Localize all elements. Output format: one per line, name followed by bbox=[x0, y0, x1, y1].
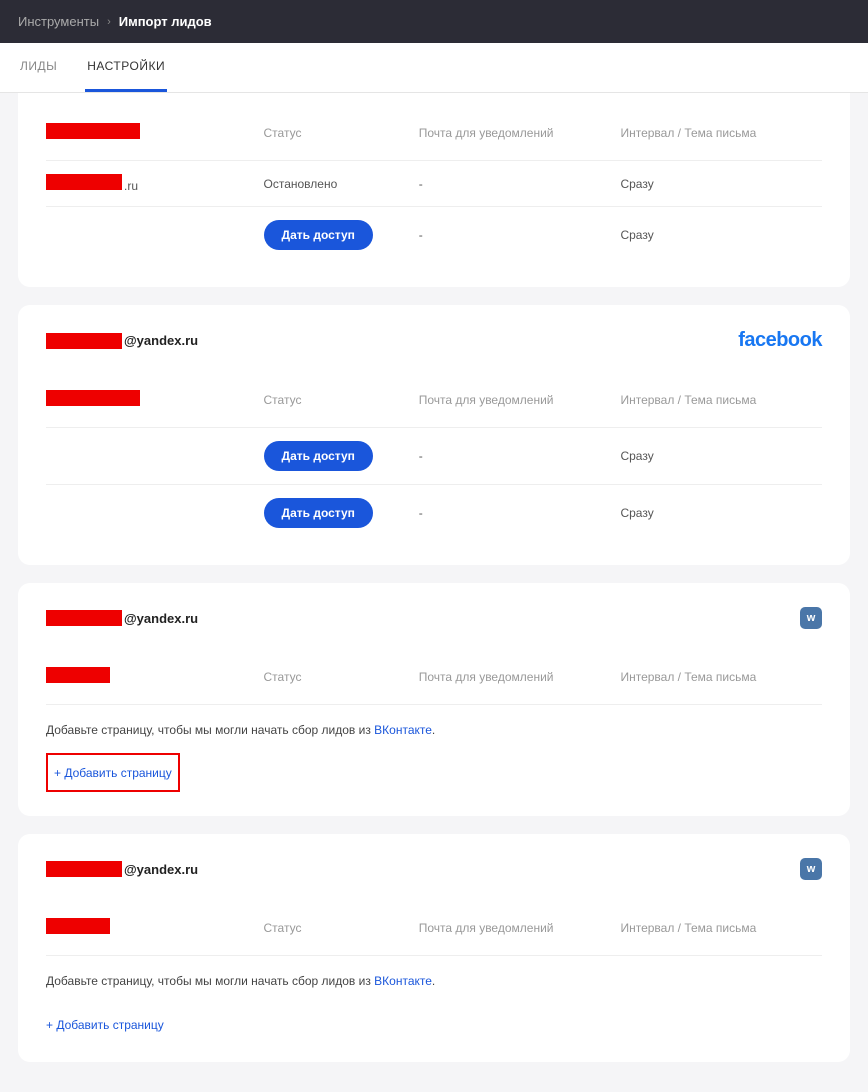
col-status-header: Статус bbox=[256, 906, 411, 956]
content-area: Статус Почта для уведомлений Интервал / … bbox=[0, 93, 868, 1092]
col-email-header: Почта для уведомлений bbox=[411, 111, 613, 161]
cell-interval: Сразу bbox=[612, 428, 822, 485]
cell-interval: Сразу bbox=[612, 207, 822, 264]
add-page-button[interactable]: + Добавить страницу bbox=[46, 1012, 164, 1038]
integration-table: Статус Почта для уведомлений Интервал / … bbox=[46, 378, 822, 541]
grant-access-button[interactable]: Дать доступ bbox=[264, 498, 373, 528]
tabs: ЛИДЫ НАСТРОЙКИ bbox=[0, 43, 868, 93]
cell-status: Дать доступ bbox=[256, 485, 411, 542]
cell-email: - bbox=[411, 428, 613, 485]
integration-card-vk: @yandex.ru w Статус Почта для уведомлени… bbox=[18, 834, 850, 1062]
cell-email: - bbox=[411, 161, 613, 207]
account-email: @yandex.ru bbox=[46, 333, 198, 349]
facebook-icon: facebook bbox=[738, 329, 822, 352]
integration-card: Статус Почта для уведомлений Интервал / … bbox=[18, 93, 850, 287]
hint-text: Добавьте страницу, чтобы мы могли начать… bbox=[46, 974, 822, 988]
redacted-icon bbox=[46, 333, 122, 349]
vkontakte-link[interactable]: ВКонтакте bbox=[374, 974, 432, 988]
cell-status: Остановлено bbox=[256, 161, 411, 207]
account-email: @yandex.ru bbox=[46, 610, 198, 626]
cell-interval: Сразу bbox=[612, 485, 822, 542]
cell-email: - bbox=[411, 207, 613, 264]
cell-name bbox=[46, 207, 256, 264]
breadcrumb-parent[interactable]: Инструменты bbox=[18, 14, 99, 29]
col-email-header: Почта для уведомлений bbox=[411, 655, 613, 705]
redacted-icon bbox=[46, 123, 140, 139]
col-status-header: Статус bbox=[256, 655, 411, 705]
integration-card-facebook: @yandex.ru facebook Статус Почта для уве… bbox=[18, 305, 850, 565]
add-page-highlight-box: + Добавить страницу bbox=[46, 753, 180, 792]
integration-table: Статус Почта для уведомлений Интервал / … bbox=[46, 906, 822, 956]
add-page-button[interactable]: + Добавить страницу bbox=[54, 766, 172, 780]
cell-status: Дать доступ bbox=[256, 207, 411, 264]
cell-interval: Сразу bbox=[612, 161, 822, 207]
chevron-right-icon: › bbox=[107, 16, 111, 28]
hint-text: Добавьте страницу, чтобы мы могли начать… bbox=[46, 723, 822, 737]
redacted-icon bbox=[46, 667, 110, 683]
table-row: Дать доступ - Сразу bbox=[46, 207, 822, 264]
cell-name: .ru bbox=[46, 161, 256, 207]
grant-access-button[interactable]: Дать доступ bbox=[264, 441, 373, 471]
col-name-header bbox=[46, 906, 256, 956]
table-row: Дать доступ - Сразу bbox=[46, 428, 822, 485]
redacted-icon bbox=[46, 610, 122, 626]
integration-table: Статус Почта для уведомлений Интервал / … bbox=[46, 111, 822, 263]
col-status-header: Статус bbox=[256, 111, 411, 161]
vkontakte-link[interactable]: ВКонтакте bbox=[374, 723, 432, 737]
table-row: .ru Остановлено - Сразу bbox=[46, 161, 822, 207]
cell-email: - bbox=[411, 485, 613, 542]
vk-icon: w bbox=[800, 858, 822, 880]
col-email-header: Почта для уведомлений bbox=[411, 906, 613, 956]
cell-name bbox=[46, 428, 256, 485]
col-email-header: Почта для уведомлений bbox=[411, 378, 613, 428]
col-status-header: Статус bbox=[256, 378, 411, 428]
table-row-empty bbox=[46, 956, 822, 957]
col-name-header bbox=[46, 378, 256, 428]
col-interval-header: Интервал / Тема письма bbox=[612, 378, 822, 428]
grant-access-button[interactable]: Дать доступ bbox=[264, 220, 373, 250]
redacted-icon bbox=[46, 174, 122, 190]
breadcrumb: Инструменты › Импорт лидов bbox=[0, 0, 868, 43]
integration-table: Статус Почта для уведомлений Интервал / … bbox=[46, 655, 822, 705]
table-row-empty bbox=[46, 705, 822, 706]
col-name-header bbox=[46, 111, 256, 161]
table-row: Дать доступ - Сразу bbox=[46, 485, 822, 542]
integration-card-vk: @yandex.ru w Статус Почта для уведомлени… bbox=[18, 583, 850, 816]
redacted-icon bbox=[46, 918, 110, 934]
cell-name bbox=[46, 485, 256, 542]
col-interval-header: Интервал / Тема письма bbox=[612, 655, 822, 705]
col-interval-header: Интервал / Тема письма bbox=[612, 111, 822, 161]
account-email: @yandex.ru bbox=[46, 861, 198, 877]
breadcrumb-current: Импорт лидов bbox=[119, 14, 212, 29]
redacted-icon bbox=[46, 861, 122, 877]
col-name-header bbox=[46, 655, 256, 705]
tab-settings[interactable]: НАСТРОЙКИ bbox=[85, 43, 167, 92]
col-interval-header: Интервал / Тема письма bbox=[612, 906, 822, 956]
cell-status: Дать доступ bbox=[256, 428, 411, 485]
tab-leads[interactable]: ЛИДЫ bbox=[18, 43, 59, 92]
redacted-icon bbox=[46, 390, 140, 406]
vk-icon: w bbox=[800, 607, 822, 629]
